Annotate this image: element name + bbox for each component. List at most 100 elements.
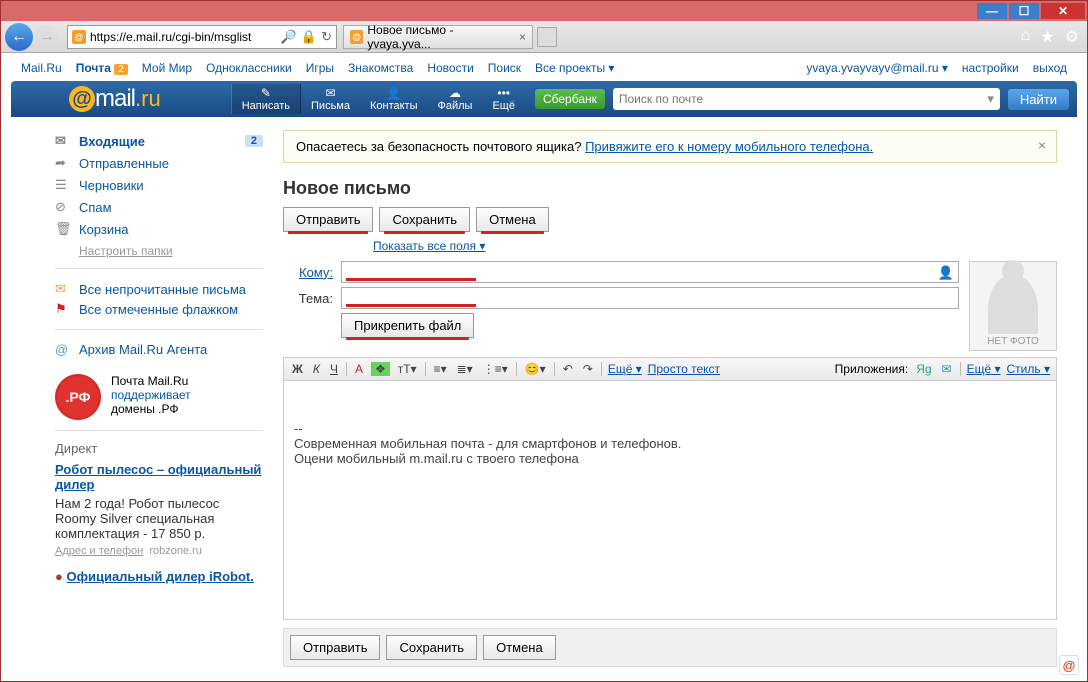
more-button[interactable]: •••Ещё <box>482 86 525 112</box>
logo[interactable]: @mail.ru <box>69 85 161 113</box>
plain-text-link[interactable]: Просто текст <box>648 362 720 376</box>
rf-promo: .РФ Почта Mail.Ru поддерживает домены .Р… <box>55 374 263 420</box>
envelope-icon: ✉ <box>55 281 73 297</box>
underline-button[interactable]: Ч <box>328 362 340 376</box>
contacts-button[interactable]: 👤Контакты <box>360 86 428 112</box>
flagged-link[interactable]: ⚑Все отмеченные флажком <box>55 299 263 319</box>
translate-icon[interactable]: Яg <box>914 362 933 376</box>
browser-tab[interactable]: @ Новое письмо - yvaya.yva... × <box>343 25 533 49</box>
apps-more-link[interactable]: Ещё ▾ <box>967 362 1001 376</box>
ad-link[interactable]: Робот пылесос – официальный дилер <box>55 462 261 492</box>
compose-button[interactable]: ✎Написать <box>231 84 301 114</box>
flag-icon: ⚑ <box>55 301 73 317</box>
alert-close-icon[interactable]: × <box>1038 137 1046 153</box>
send-button-bottom[interactable]: Отправить <box>290 635 380 660</box>
unread-link[interactable]: ✉Все непрочитанные письма <box>55 279 263 299</box>
new-tab-button[interactable] <box>537 27 557 47</box>
window-maximize-button[interactable]: ☐ <box>1009 3 1039 19</box>
fontsize-button[interactable]: тТ▾ <box>396 362 419 376</box>
emoji-button[interactable]: 😊▾ <box>523 362 548 376</box>
align-button[interactable]: ≡▾ <box>432 362 449 376</box>
folder-drafts[interactable]: ☰Черновики <box>55 174 263 196</box>
undo-button[interactable]: ↶ <box>561 362 575 376</box>
nav-mailru[interactable]: Mail.Ru <box>21 61 62 75</box>
addressbook-icon[interactable]: 👤 <box>938 265 954 281</box>
to-input[interactable]: 👤 <box>341 261 959 283</box>
favorites-icon[interactable]: ★ <box>1040 27 1054 47</box>
agent-badge-icon[interactable]: @ <box>1059 655 1079 675</box>
show-all-fields-link[interactable]: Показать все поля ▾ <box>373 239 485 253</box>
cancel-button[interactable]: Отмена <box>476 207 549 232</box>
nav-search[interactable]: Поиск <box>488 61 521 75</box>
user-email[interactable]: yvaya.yvayvayv@mail.ru ▾ <box>806 61 948 75</box>
refresh-icon[interactable]: ↻ <box>321 29 332 45</box>
mail-header: @mail.ru ✎Написать ✉Письма 👤Контакты ☁Фа… <box>11 81 1077 117</box>
sberbank-button[interactable]: Сбербанк <box>535 89 605 109</box>
trash-icon: 🗑 <box>55 221 73 237</box>
folder-spam[interactable]: ⊘Спам <box>55 196 263 218</box>
person-icon: 👤 <box>370 86 418 100</box>
nav-dating[interactable]: Знакомства <box>348 61 413 75</box>
send-button[interactable]: Отправить <box>283 207 373 232</box>
forward-button[interactable]: → <box>35 25 59 49</box>
tab-favicon-icon: @ <box>350 30 363 44</box>
envelope-icon: ✉ <box>55 133 73 149</box>
nav-games[interactable]: Игры <box>306 61 334 75</box>
redo-button[interactable]: ↷ <box>581 362 595 376</box>
tab-close-icon[interactable]: × <box>519 30 526 44</box>
editor-more-link[interactable]: Ещё ▾ <box>608 362 642 376</box>
back-button[interactable]: ← <box>5 23 33 51</box>
window-minimize-button[interactable]: — <box>977 3 1007 19</box>
attach-file-button[interactable]: Прикрепить файл <box>341 313 474 338</box>
dropdown-icon[interactable]: ▾ <box>987 91 994 107</box>
tools-icon[interactable]: ⚙ <box>1065 27 1079 47</box>
setup-folders-link[interactable]: Настроить папки <box>79 244 173 258</box>
files-button[interactable]: ☁Файлы <box>428 86 483 112</box>
nav-news[interactable]: Новости <box>427 61 473 75</box>
style-link[interactable]: Стиль ▾ <box>1007 362 1050 376</box>
security-alert: Опасаетесь за безопасность почтового ящи… <box>283 130 1057 163</box>
avatar-silhouette-icon <box>988 274 1038 334</box>
ad2-link[interactable]: Официальный дилер iRobot. <box>66 569 253 584</box>
rf-support-link[interactable]: поддерживает <box>111 388 191 402</box>
folder-trash[interactable]: 🗑Корзина <box>55 218 263 240</box>
address-bar[interactable]: @ 🔎 🔒 ↻ <box>67 25 337 49</box>
search-icon[interactable]: 🔎 <box>281 29 297 45</box>
bold-button[interactable]: Ж <box>290 362 305 376</box>
subject-label: Тема: <box>283 291 333 306</box>
mail-count-badge: 2 <box>114 64 128 75</box>
ad-address-link[interactable]: Адрес и телефон <box>55 545 143 557</box>
mails-button[interactable]: ✉Письма <box>301 86 360 112</box>
bind-phone-link[interactable]: Привяжите его к номеру мобильного телефо… <box>585 139 873 154</box>
nav-mymir[interactable]: Мой Мир <box>142 61 192 75</box>
nav-ok[interactable]: Одноклассники <box>206 61 292 75</box>
save-button[interactable]: Сохранить <box>379 207 470 232</box>
list-button[interactable]: ⋮≡▾ <box>481 362 510 376</box>
contact-avatar: НЕТ ФОТО <box>969 261 1057 351</box>
window-close-button[interactable]: ✕ <box>1041 3 1085 19</box>
nav-mail[interactable]: Почта 2 <box>76 61 128 75</box>
dots-icon: ••• <box>492 86 515 100</box>
url-input[interactable] <box>90 30 281 44</box>
archive-link[interactable]: @Архив Mail.Ru Агента <box>55 340 263 359</box>
folder-sent[interactable]: ➦Отправленные <box>55 152 263 174</box>
find-button[interactable]: Найти <box>1008 89 1069 110</box>
cancel-button-bottom[interactable]: Отмена <box>483 635 556 660</box>
nav-logout[interactable]: выход <box>1033 61 1067 75</box>
folder-inbox[interactable]: ✉ Входящие 2 <box>55 130 263 152</box>
nav-projects[interactable]: Все проекты ▾ <box>535 61 614 75</box>
bgcolor-button[interactable]: ❖ <box>371 362 390 376</box>
mail-search[interactable]: ▾ <box>613 88 1000 110</box>
home-icon[interactable]: ⌂ <box>1021 27 1031 47</box>
color-button[interactable]: A <box>353 362 365 376</box>
italic-button[interactable]: К <box>311 362 322 376</box>
mail-search-input[interactable] <box>619 92 987 106</box>
save-button-bottom[interactable]: Сохранить <box>386 635 477 660</box>
editor-toolbar: Ж К Ч A ❖ тТ▾ ≡▾ ≣▾ ⋮≡▾ 😊▾ ↶ ↷ <box>283 357 1057 380</box>
postcard-icon[interactable]: ✉ <box>940 362 954 376</box>
indent-button[interactable]: ≣▾ <box>455 362 475 376</box>
nav-settings[interactable]: настройки <box>962 61 1019 75</box>
message-body[interactable]: -- Современная мобильная почта - для сма… <box>283 380 1057 620</box>
subject-input[interactable] <box>341 287 959 309</box>
to-label[interactable]: Кому: <box>283 265 333 280</box>
